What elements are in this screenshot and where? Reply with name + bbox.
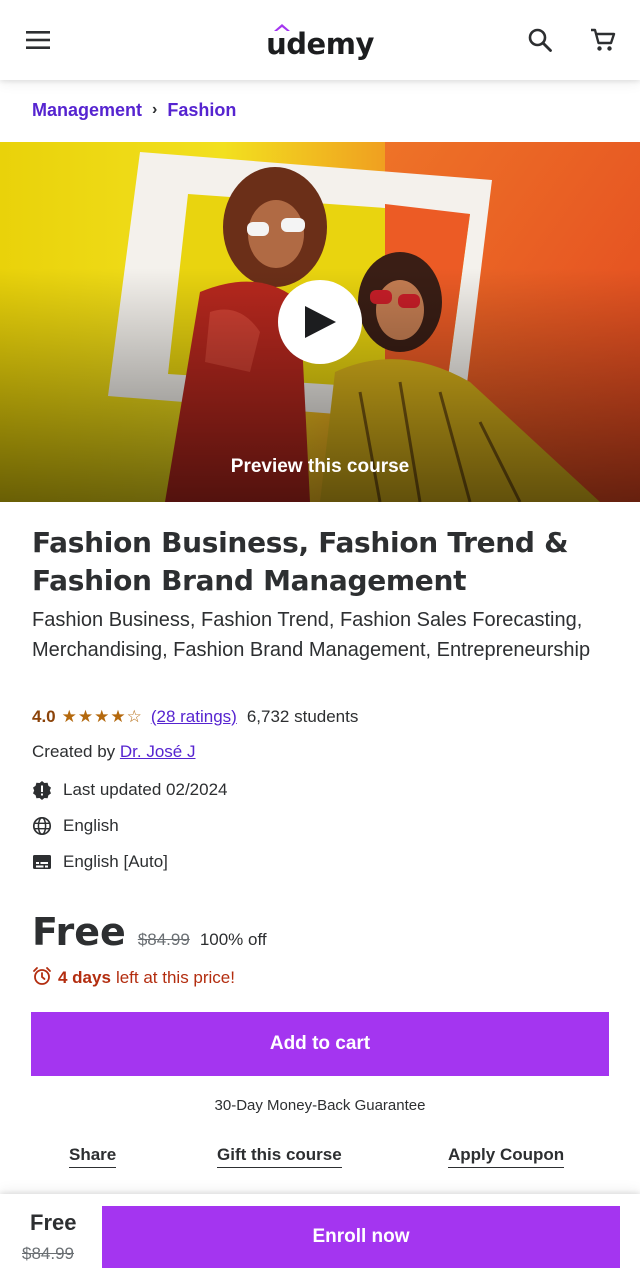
cart-icon[interactable]: [585, 22, 621, 58]
logo-hat-icon: [274, 24, 290, 31]
bottom-current-price: Free: [30, 1210, 77, 1235]
language-text: English: [63, 816, 119, 835]
breadcrumb: Management › Fashion: [32, 98, 236, 122]
current-price: Free: [32, 910, 126, 954]
discount-percent: 100% off: [199, 930, 267, 949]
countdown-text: left at this price!: [115, 968, 235, 987]
share-link[interactable]: Share: [69, 1145, 117, 1168]
breadcrumb-item-fashion[interactable]: Fashion: [167, 100, 236, 121]
rating-value: 4.0: [32, 707, 56, 726]
course-title: Fashion Business, Fashion Trend & Fashio…: [32, 526, 569, 597]
udemy-logo[interactable]: udemy: [266, 16, 374, 64]
chevron-right-icon: ›: [152, 101, 158, 118]
search-icon[interactable]: [522, 22, 558, 58]
alert-badge-icon: [32, 780, 52, 800]
language-row: English: [32, 815, 119, 837]
ratings-count-link[interactable]: (28 ratings): [151, 707, 237, 727]
course-subtitle: Fashion Business, Fashion Trend, Fashion…: [32, 609, 591, 661]
play-button[interactable]: [278, 280, 362, 364]
captions-row: English [Auto]: [32, 851, 168, 873]
alarm-clock-icon: [32, 966, 52, 991]
top-header: udemy: [0, 0, 640, 80]
play-icon: [305, 306, 336, 338]
price-row: Free $84.99 100% off: [32, 910, 267, 958]
globe-icon: [32, 816, 52, 836]
countdown-days: 4 days: [58, 968, 111, 987]
created-by-row: Created by Dr. José J: [32, 742, 196, 762]
students-count: 6,732 students: [246, 707, 359, 726]
apply-coupon-link[interactable]: Apply Coupon: [448, 1145, 565, 1168]
last-updated-text: Last updated 02/2024: [63, 780, 228, 799]
last-updated-row: Last updated 02/2024: [32, 779, 227, 801]
instructor-link[interactable]: Dr. José J: [120, 742, 196, 761]
enroll-now-button[interactable]: Enroll now: [102, 1206, 620, 1268]
created-by-label: Created by: [32, 742, 116, 761]
captions-text: English [Auto]: [63, 852, 168, 871]
price-countdown: 4 days left at this price!: [32, 966, 235, 990]
rating-row: 4.0 ★★★★☆ (28 ratings) 6,732 students: [32, 705, 358, 729]
original-price: $84.99: [137, 930, 190, 949]
menu-icon[interactable]: [20, 22, 56, 58]
bottom-original-price: $84.99: [22, 1244, 74, 1263]
breadcrumb-item-management[interactable]: Management: [32, 100, 142, 121]
gift-course-link[interactable]: Gift this course: [217, 1145, 342, 1168]
course-preview-image[interactable]: Preview this course: [0, 142, 640, 502]
money-back-guarantee: 30-Day Money-Back Guarantee: [214, 1097, 426, 1114]
preview-course-label[interactable]: Preview this course: [0, 456, 640, 478]
captions-icon: [32, 852, 52, 872]
sticky-bottom-bar: Free $84.99 Enroll now: [0, 1194, 640, 1280]
add-to-cart-button[interactable]: Add to cart: [31, 1012, 609, 1076]
star-rating-icon: ★★★★☆: [61, 707, 143, 726]
